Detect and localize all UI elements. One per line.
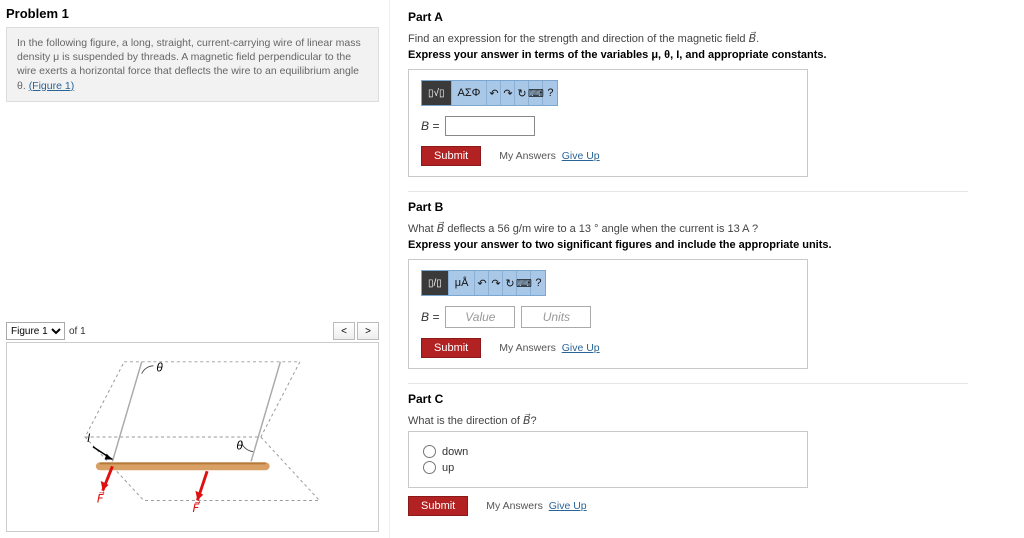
problem-intro: In the following figure, a long, straigh… [6,27,379,102]
figure-label-F1: F⃗ [97,491,105,505]
redo-button[interactable]: ↷ [489,271,503,295]
problem-title: Problem 1 [6,6,379,21]
part-b-submit-button[interactable]: Submit [421,338,481,358]
templates-button[interactable]: ▯√▯ [422,81,452,105]
part-c-options-panel: down up [408,431,808,488]
keyboard-button[interactable]: ⌨ [529,81,543,105]
part-a-toolbar: ▯√▯ ΑΣΦ ↶ ↷ ↻ ⌨ ? [421,80,558,106]
part-b-answer-panel: ▯/▯ μÅ ↶ ↷ ↻ ⌨ ? B = Value Units Submit … [408,259,808,369]
part-a-links: My Answers Give Up [499,150,599,162]
part-a-giveup-link[interactable]: Give Up [562,150,600,162]
undo-button[interactable]: ↶ [475,271,489,295]
part-b-units-input[interactable]: Units [521,306,591,328]
figure-label-F2: F⃗ [193,501,201,515]
radio-down[interactable] [423,445,436,458]
part-c-links: My Answers Give Up [486,500,586,512]
part-c-giveup-link[interactable]: Give Up [549,500,587,512]
undo-button[interactable]: ↶ [487,81,501,105]
option-down[interactable]: down [423,445,793,458]
figure-next-button[interactable]: > [357,322,379,340]
figure-label-theta2: θ [236,440,243,453]
help-button[interactable]: ? [531,271,545,295]
option-up[interactable]: up [423,461,793,474]
greek-button[interactable]: ΑΣΦ [452,81,488,105]
figure-prev-button[interactable]: < [333,322,355,340]
radio-up[interactable] [423,461,436,474]
redo-button[interactable]: ↷ [501,81,515,105]
part-b-hint: Express your answer to two significant f… [408,239,1014,251]
part-c-submit-button[interactable]: Submit [408,496,468,516]
part-a-submit-button[interactable]: Submit [421,146,481,166]
part-a-prompt: Find an expression for the strength and … [408,32,1014,45]
part-b-lhs: B = [421,310,439,324]
part-b: Part B What B⃗ deflects a 56 g/m wire to… [408,200,1014,369]
part-a-answer-input[interactable] [445,116,535,136]
part-a-hint: Express your answer in terms of the vari… [408,49,1014,61]
part-b-value-input[interactable]: Value [445,306,515,328]
part-b-toolbar: ▯/▯ μÅ ↶ ↷ ↻ ⌨ ? [421,270,546,296]
part-b-giveup-link[interactable]: Give Up [562,342,600,354]
part-a-lhs: B = [421,119,439,133]
part-a: Part A Find an expression for the streng… [408,10,1014,177]
part-a-answer-panel: ▯√▯ ΑΣΦ ↶ ↷ ↻ ⌨ ? B = Submit My Answers … [408,69,808,177]
keyboard-button[interactable]: ⌨ [517,271,531,295]
part-c-prompt: What is the direction of B⃗? [408,414,1014,427]
figure-label-theta1: θ [156,362,163,375]
figure-select[interactable]: Figure 1 [6,322,65,340]
units-button[interactable]: μÅ [449,271,476,295]
part-b-heading: Part B [408,200,1014,214]
part-a-heading: Part A [408,10,1014,24]
part-c: Part C What is the direction of B⃗? down… [408,392,1014,516]
figure-canvas: θ θ I F⃗ F⃗ [6,342,379,532]
help-button[interactable]: ? [543,81,557,105]
fraction-button[interactable]: ▯/▯ [422,271,449,295]
figure-link[interactable]: (Figure 1) [29,80,75,92]
figure-of-text: of 1 [69,326,86,337]
part-b-links: My Answers Give Up [499,342,599,354]
part-b-prompt: What B⃗ deflects a 56 g/m wire to a 13 °… [408,222,1014,235]
part-c-heading: Part C [408,392,1014,406]
